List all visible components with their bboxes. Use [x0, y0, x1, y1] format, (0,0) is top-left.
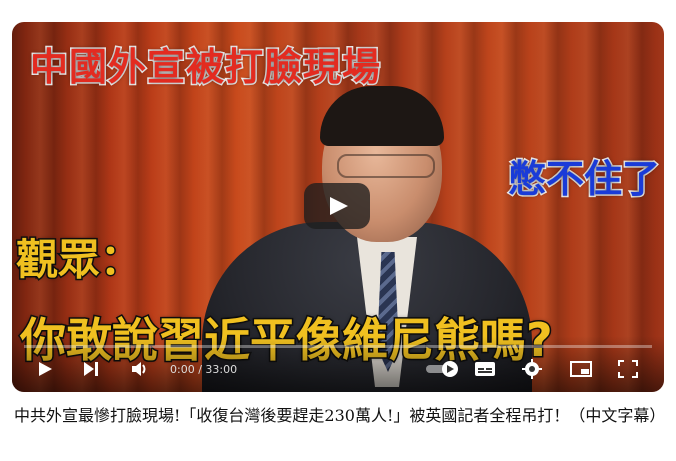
gear-icon[interactable] — [522, 358, 542, 380]
time-display: 0:00 / 33:00 — [170, 362, 238, 376]
progress-bar[interactable] — [24, 345, 652, 348]
video-title[interactable]: 中共外宣最慘打臉現場!「收復台灣後要趕走230萬人!」被英國記者全程吊打！（中文… — [14, 404, 665, 428]
overlay-cant-hold: 憋不住了 — [506, 156, 661, 203]
video-player[interactable]: 中國外宣被打臉現場 憋不住了 觀眾： 你敢說習近平像維尼熊嗎? 0:00 / 3… — [12, 22, 664, 392]
fullscreen-icon[interactable] — [618, 358, 638, 380]
center-play-button[interactable] — [304, 183, 370, 229]
miniplayer-icon[interactable] — [570, 358, 592, 380]
overlay-audience: 觀眾： — [14, 234, 143, 286]
next-icon[interactable] — [82, 358, 100, 380]
volume-icon[interactable] — [130, 358, 150, 380]
play-icon[interactable] — [36, 358, 54, 380]
control-bar: 0:00 / 33:00 — [12, 336, 664, 392]
overlay-headline: 中國外宣被打臉現場 — [28, 44, 382, 91]
autoplay-toggle-icon[interactable] — [424, 358, 460, 380]
subtitles-icon[interactable] — [474, 358, 496, 380]
